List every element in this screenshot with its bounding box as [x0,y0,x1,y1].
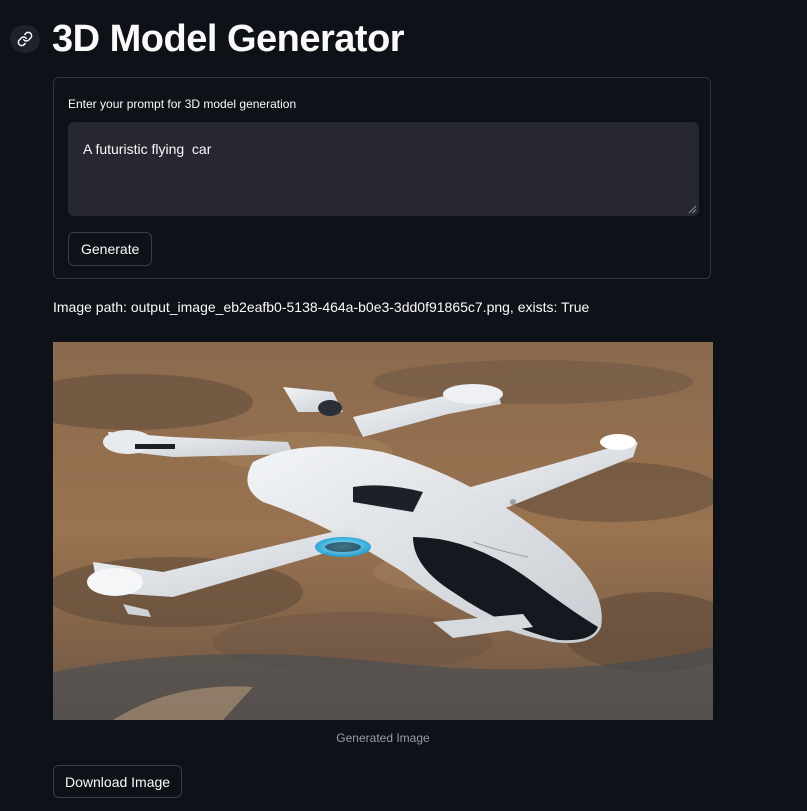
image-path-text: Image path: output_image_eb2eafb0-5138-4… [53,299,590,315]
image-caption: Generated Image [336,731,430,745]
page-title: 3D Model Generator [52,18,405,60]
generated-image [53,342,713,720]
generate-button[interactable]: Generate [68,232,153,266]
prompt-label: Enter your prompt for 3D model generatio… [68,97,297,111]
download-image-button[interactable]: Download Image [53,765,183,798]
link-icon [17,31,33,47]
header-anchor-link[interactable] [10,25,40,53]
prompt-form: Enter your prompt for 3D model generatio… [53,77,711,279]
resize-grip-icon[interactable] [688,205,697,214]
prompt-textarea[interactable]: A futuristic flying car [68,122,699,216]
